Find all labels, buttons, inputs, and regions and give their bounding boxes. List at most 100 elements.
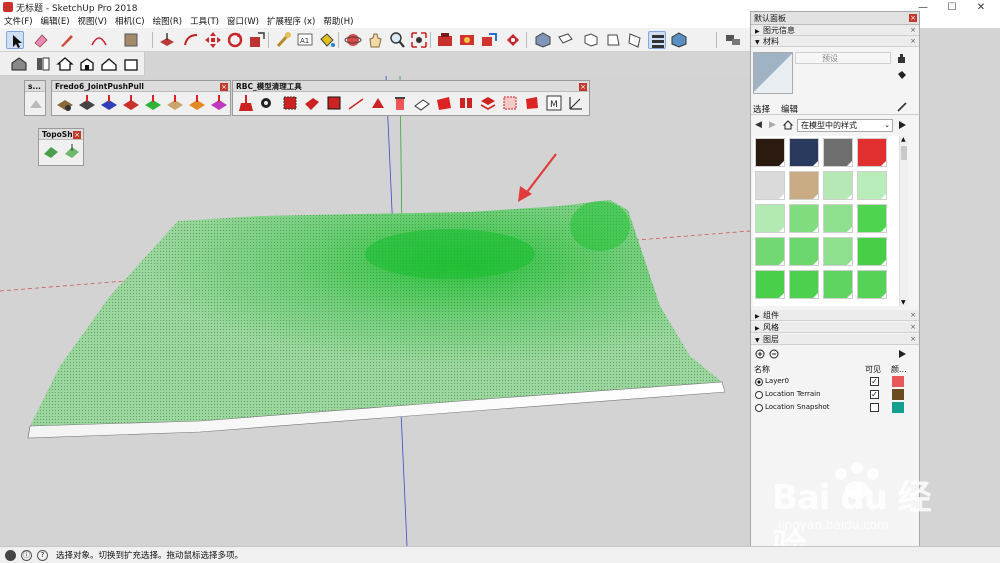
credits-icon[interactable]: ⓘ [21,549,32,561]
swatch-3[interactable] [857,138,887,167]
swatch-5[interactable] [789,171,819,200]
share-model-icon[interactable] [480,31,498,49]
layer-active-radio[interactable] [755,391,763,399]
swatch-0[interactable] [755,138,785,167]
rectangle-tool-icon[interactable] [122,31,140,49]
front-house-icon[interactable] [78,55,96,73]
section-plane-icon[interactable] [34,55,52,73]
material-library-dropdown[interactable]: 在模型中的样式 ⌄ [797,119,893,132]
swatch-7[interactable] [857,171,887,200]
help-icon[interactable]: ? [37,549,48,561]
tilted-square-icon[interactable] [523,94,541,112]
paint-material-icon[interactable] [897,70,907,80]
tape-measure-icon[interactable] [274,31,292,49]
layer-active-radio[interactable] [755,378,763,386]
layer-color-swatch[interactable] [892,376,904,387]
cube-dashed-icon[interactable] [281,94,299,112]
create-material-icon[interactable] [897,54,907,64]
magenta-pushpull-icon[interactable] [210,94,228,112]
split-face-icon[interactable] [457,94,475,112]
materials-header[interactable]: ▼ 材料 × [751,36,919,47]
tan-pushpull-icon[interactable] [166,94,184,112]
move-tool-icon[interactable] [204,31,222,49]
menu-extensions[interactable]: 扩展程序 (x) [267,15,315,27]
swatch-19[interactable] [857,270,887,299]
menu-file[interactable]: 文件(F) [4,15,33,27]
axes-icon[interactable] [567,94,585,112]
paint-bucket-icon[interactable] [318,31,336,49]
cube-outline-icon[interactable] [325,94,343,112]
follow-me-icon[interactable] [182,31,200,49]
swatch-18[interactable] [823,270,853,299]
push-pull-icon[interactable] [158,31,176,49]
text-tool-icon[interactable]: A1 [296,31,314,49]
details-arrow-icon[interactable] [897,120,907,130]
layer-active-radio[interactable] [755,404,763,412]
arc-tool-icon[interactable] [90,31,108,49]
home-icon[interactable] [782,120,794,130]
components-close-icon[interactable]: × [910,310,916,321]
front-view-icon[interactable] [582,31,600,49]
right-view-icon[interactable] [604,31,622,49]
swatch-8[interactable] [755,204,785,233]
swatch-4[interactable] [755,171,785,200]
orange-pushpull-icon[interactable] [188,94,206,112]
normal-pushpull-icon[interactable] [100,94,118,112]
components-header[interactable]: ▶ 组件 × [751,310,919,321]
shaded-texture-icon[interactable] [670,31,688,49]
stack-icon[interactable] [479,94,497,112]
layer-details-icon[interactable] [897,349,907,359]
iso-house-icon[interactable] [10,55,28,73]
rotate-tool-icon[interactable] [226,31,244,49]
close-button[interactable]: ✕ [968,0,994,14]
tray-close-icon[interactable]: × [909,14,917,22]
layer-color-swatch[interactable] [892,389,904,400]
scroll-up-icon[interactable]: ▲ [901,136,906,143]
menu-edit[interactable]: 编辑(E) [41,15,70,27]
add-layer-icon[interactable] [755,349,765,359]
swatch-2[interactable] [823,138,853,167]
m-icon[interactable]: M [545,94,563,112]
swatch-1[interactable] [789,138,819,167]
shape-icon[interactable] [27,94,45,112]
orbit-icon[interactable] [344,31,362,49]
right-house-icon[interactable] [100,55,118,73]
swatch-10[interactable] [823,204,853,233]
swatch-14[interactable] [823,237,853,266]
layer-col-color[interactable]: 颜... [891,364,907,375]
styles-header[interactable]: ▶ 风格 × [751,322,919,333]
materials-close-icon[interactable]: × [910,36,916,47]
toposhaper-close-icon[interactable]: × [73,131,81,139]
delete-layer-icon[interactable] [769,349,779,359]
joint-pushpull-icon[interactable] [56,94,74,112]
back-arrow-icon[interactable]: ◀ [755,120,762,130]
entity-info-close-icon[interactable]: × [910,25,916,36]
geo-location-icon[interactable] [5,549,16,561]
pan-hand-icon[interactable] [366,31,384,49]
extrude-pushpull-icon[interactable] [122,94,140,112]
layer-visible-checkbox[interactable]: ✓ [870,390,879,399]
layer-visible-checkbox[interactable]: ✓ [870,377,879,386]
mini-toolbar-title[interactable]: s... [25,81,45,92]
entity-info-header[interactable]: ▶ 图元信息 × [751,25,919,36]
purge-icon[interactable] [303,94,321,112]
layer-col-visible[interactable]: 可见 [865,364,881,375]
swatch-9[interactable] [789,204,819,233]
model-viewport[interactable]: s... Fredo6_JointPushPull × RBC_模型清理工具 × [0,76,750,546]
maximize-button[interactable]: ☐ [939,0,965,14]
swatch-13[interactable] [789,237,819,266]
cloud-terrain-icon[interactable] [63,142,81,160]
dotted-box-icon[interactable] [501,94,519,112]
rbc-toolbar-title[interactable]: RBC_模型清理工具 [233,81,589,92]
back-view-icon[interactable] [626,31,644,49]
layers-close-icon[interactable]: × [910,334,916,345]
components-3d-icon[interactable] [458,31,476,49]
eyedropper-icon[interactable] [897,102,907,112]
layer-row[interactable]: Location Terrain ✓ [751,389,919,402]
flat-face-icon[interactable] [413,94,431,112]
edge-icon[interactable] [347,94,365,112]
swatch-15[interactable] [857,237,887,266]
gear-icon[interactable] [257,94,275,112]
menu-tools[interactable]: 工具(T) [190,15,219,27]
menu-camera[interactable]: 相机(C) [115,15,145,27]
